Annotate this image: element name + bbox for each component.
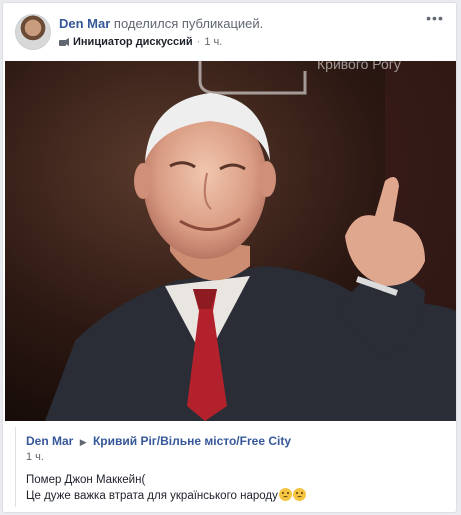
arrow-right-icon: ▶ bbox=[79, 437, 87, 447]
post-text-line-2-row: Це дуже важка втрата для українського на… bbox=[26, 488, 444, 504]
author-link[interactable]: Den Mar bbox=[59, 16, 110, 31]
post-meta: Инициатор дискуссий · 1 ч. bbox=[59, 36, 222, 48]
shared-post: Den Mar ▶ Кривий Ріг/Вільне місто/Free C… bbox=[15, 427, 444, 507]
sad-face-emoji-icon bbox=[278, 488, 292, 501]
post-photo[interactable]: Кривого Рогу bbox=[5, 61, 456, 421]
post-card: Den Mar поделился публикацией. Инициатор… bbox=[2, 2, 457, 513]
avatar[interactable] bbox=[15, 14, 51, 50]
post-text-line-1: Помер Джон Маккейн( bbox=[26, 474, 146, 486]
megaphone-icon bbox=[59, 38, 69, 46]
post-time[interactable]: 1 ч. bbox=[204, 36, 222, 48]
action-text: поделился публикацией. bbox=[113, 16, 264, 31]
shared-group-link[interactable]: Кривий Ріг/Вільне місто/Free City bbox=[93, 434, 291, 448]
worried-face-emoji-icon bbox=[292, 488, 306, 501]
shared-author-link[interactable]: Den Mar bbox=[26, 434, 73, 448]
watermark-text: Кривого Рогу bbox=[317, 61, 401, 72]
post-text-line-2: Це дуже важка втрата для українського на… bbox=[26, 490, 278, 502]
badge-label[interactable]: Инициатор дискуссий bbox=[73, 36, 193, 48]
shared-time[interactable]: 1 ч. bbox=[26, 451, 444, 463]
separator-dot: · bbox=[196, 36, 201, 48]
more-dots-icon[interactable]: ••• bbox=[426, 11, 444, 27]
post-header: Den Mar поделился публикацией. bbox=[59, 16, 263, 31]
post-text: Помер Джон Маккейн( Це дуже важка втрата… bbox=[26, 473, 444, 504]
shared-header: Den Mar ▶ Кривий Ріг/Вільне місто/Free C… bbox=[26, 434, 444, 448]
photo-illustration: Кривого Рогу bbox=[5, 61, 456, 421]
